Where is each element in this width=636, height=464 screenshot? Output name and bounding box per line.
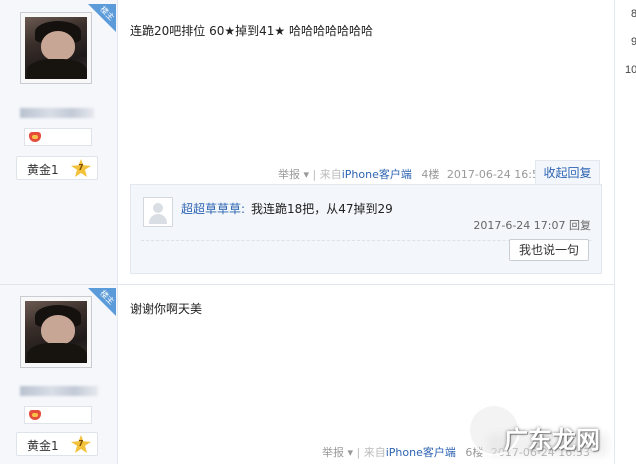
reply-button[interactable]: 回复 — [569, 219, 591, 232]
owner-badge: 楼主 — [88, 4, 116, 32]
reply-avatar[interactable] — [143, 197, 173, 227]
medal-icon — [29, 410, 41, 420]
say-something-button[interactable]: 我也说一句 — [508, 239, 589, 261]
username-blurred[interactable] — [20, 108, 94, 118]
collapse-replies-button[interactable]: 收起回复 — [535, 160, 600, 186]
source-prefix: | 来自 — [312, 168, 342, 181]
post-content: 谢谢你啊天美 — [130, 302, 203, 316]
side-number: 8 — [631, 8, 636, 20]
medal-box[interactable] — [24, 406, 92, 424]
post-content: 连跪20吧排位 60★掉到41★ 哈哈哈哈哈哈哈 — [130, 24, 373, 38]
level-badge[interactable]: 黄金1 7 — [16, 156, 98, 180]
side-number: 10 — [625, 64, 636, 76]
avatar-image — [25, 301, 87, 363]
source-link[interactable]: iPhone客户端 — [342, 168, 412, 181]
owner-badge: 楼主 — [88, 288, 116, 316]
floor-number: 4楼 — [421, 168, 440, 181]
watermark-text: 广东龙网 — [504, 426, 600, 454]
right-sidebar: 8 9 10 — [614, 0, 636, 464]
source-prefix: | 来自 — [356, 446, 386, 459]
avatar[interactable] — [20, 12, 92, 84]
medal-icon — [29, 132, 41, 142]
reply-panel: 超超草草草: 我连跪18把，从47掉到29 2017-6-24 17:07 回复… — [130, 184, 602, 274]
post-meta: 举报 ▾ | 来自iPhone客户端 4楼 2017-06-24 16:52 — [278, 166, 546, 182]
avatar[interactable] — [20, 296, 92, 368]
reply-time: 2017-6-24 17:07 — [473, 219, 566, 232]
source-link[interactable]: iPhone客户端 — [386, 446, 456, 459]
report-dropdown-icon[interactable]: ▾ — [348, 446, 354, 459]
avatar-image — [25, 17, 87, 79]
reply-text: 我连跪18把，从47掉到29 — [251, 202, 393, 216]
report-link[interactable]: 举报 — [278, 168, 300, 181]
reply-item: 超超草草草: 我连跪18把，从47掉到29 2017-6-24 17:07 回复 — [141, 195, 591, 241]
post-time: 2017-06-24 16:52 — [446, 168, 546, 181]
report-dropdown-icon[interactable]: ▾ — [304, 168, 310, 181]
reply-username[interactable]: 超超草草草: — [181, 200, 245, 217]
star-icon: 7 — [71, 159, 91, 177]
side-number: 9 — [631, 36, 636, 48]
post-separator — [0, 284, 614, 285]
reply-meta: 2017-6-24 17:07 回复 — [473, 217, 591, 233]
medal-box[interactable] — [24, 128, 92, 146]
watermark-logo: 广东龙网 — [468, 404, 618, 456]
star-icon: 7 — [71, 435, 91, 453]
level-badge[interactable]: 黄金1 7 — [16, 432, 98, 456]
username-blurred[interactable] — [20, 386, 98, 396]
report-link[interactable]: 举报 — [322, 446, 344, 459]
level-label: 黄金1 — [27, 163, 59, 177]
level-label: 黄金1 — [27, 439, 59, 453]
